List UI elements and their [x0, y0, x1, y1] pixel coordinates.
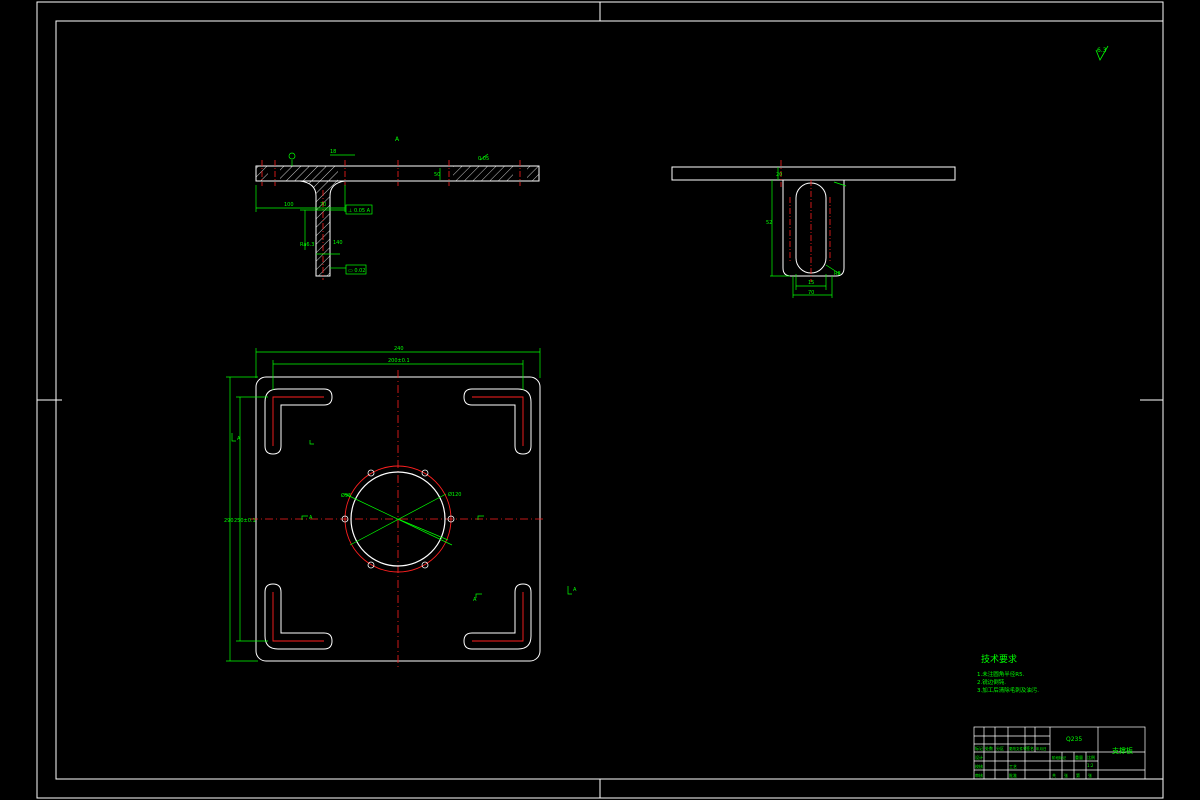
dim-side-1: 15 — [808, 280, 814, 286]
title-block: Q235 支撑板 标记 处数 分区 更改文件号 签名 年月日 设计 校核 审核 … — [973, 726, 1146, 780]
approval-1: 校核 — [975, 763, 983, 769]
front-section-view: A 100 70 140 18 50 0.05 Ra6.3 ⊥ 0.05 A ▭… — [255, 136, 540, 280]
row-label-1: 处数 — [985, 745, 993, 751]
tech-req-item-2: 2.锐边倒钝. — [977, 678, 1006, 686]
dim-plan-3: 250±0.1 — [234, 518, 256, 524]
plan-section-mark-3: A — [573, 587, 577, 593]
stage-label-0: 阶段标记 — [1052, 755, 1067, 760]
hatch-center-left — [280, 166, 338, 181]
dim-side-4: 70 — [808, 290, 814, 296]
sheet-label-0: 共 — [1052, 772, 1056, 778]
plan-section-mark-1: A — [309, 515, 313, 521]
tol-frame-text-2: ▭ 0.02 — [348, 268, 365, 274]
row-label-2: 分区 — [996, 745, 1004, 751]
plan-section-mark-0: A — [237, 436, 241, 442]
tech-req-title: 技术要求 — [981, 653, 1017, 665]
hatch-center-right — [453, 166, 513, 181]
tol-frame-text-1: ⊥ 0.05 A — [348, 208, 371, 214]
dim-side-0: 20 — [776, 172, 782, 178]
row-label-5: 年月日 — [1036, 746, 1047, 751]
side-rib — [782, 180, 845, 277]
title-part-name: 支撑板 — [1112, 746, 1133, 755]
dim-front-5: 0.05 — [478, 156, 489, 162]
tech-req-item-1: 1.未注圆角半径R5. — [977, 670, 1025, 678]
l-slot-top-left — [264, 388, 333, 455]
l-slot-top-right — [463, 388, 532, 455]
dim-front-4: 50 — [434, 172, 440, 178]
title-material: Q235 — [1066, 736, 1082, 743]
section-label: A — [395, 136, 400, 143]
dim-plan-2: 290 — [224, 518, 234, 524]
dim-front-3: 18 — [330, 149, 336, 155]
side-plate — [671, 166, 956, 181]
cad-drawing: 6.3 A 100 70 140 18 50 0.05 Ra6.3 ⊥ 0.05… — [36, 1, 1164, 799]
roughness-symbol: 6.3 — [1095, 45, 1109, 61]
dim-side-2: 52 — [766, 220, 772, 226]
tech-req-item-3: 3.加工后清除毛刺及油污. — [977, 686, 1039, 694]
approval-0: 设计 — [975, 754, 983, 760]
scale-value: 1:2 — [1087, 763, 1094, 768]
dim-plan-5: Ø120 — [448, 491, 461, 498]
row-label-4: 签名 — [1026, 745, 1034, 751]
sheet-frame — [36, 1, 1164, 799]
dim-plan-1: 200±0.1 — [388, 358, 410, 364]
plan-section-mark-2: A — [473, 597, 477, 603]
dim-front-6: Ra6.3 — [300, 242, 314, 248]
plan-view: 240 200±0.1 290 250±0.1 Ø95 Ø120 A A A A — [224, 346, 577, 668]
row-label-0: 标记 — [975, 745, 983, 751]
l-slot-bottom-right — [463, 583, 532, 650]
dim-side-3: R8 — [834, 271, 841, 277]
tech-requirements: 技术要求 1.未注圆角半径R5. 2.锐边倒钝. 3.加工后清除毛刺及油污. — [977, 653, 1039, 694]
approval-4: 批准 — [1009, 772, 1017, 778]
inner-border — [55, 20, 1164, 780]
side-view: 20 15 52 R8 70 — [671, 160, 956, 298]
sheet-label-2: 第 — [1076, 772, 1080, 778]
rib-section — [299, 180, 346, 277]
dim-plan-0: 240 — [394, 346, 404, 352]
svg-text:6.3: 6.3 — [1097, 47, 1107, 54]
dim-front-1: 70 — [320, 202, 326, 208]
stage-label-1: 重量 — [1075, 754, 1083, 760]
dim-plan-4: Ø95 — [341, 492, 351, 499]
approval-3: 工艺 — [1009, 764, 1017, 769]
approval-2: 审核 — [975, 772, 983, 778]
outer-border — [36, 1, 1164, 799]
row-label-3: 更改文件号 — [1009, 746, 1027, 751]
stage-label-2: 比例 — [1087, 754, 1095, 760]
hatch-right — [527, 166, 539, 181]
sheet-label-3: 张 — [1088, 772, 1092, 778]
l-slot-bottom-left — [264, 583, 333, 650]
sheet-label-1: 张 — [1064, 772, 1068, 778]
dim-front-0: 100 — [284, 202, 294, 208]
dim-front-2: 140 — [333, 240, 343, 246]
